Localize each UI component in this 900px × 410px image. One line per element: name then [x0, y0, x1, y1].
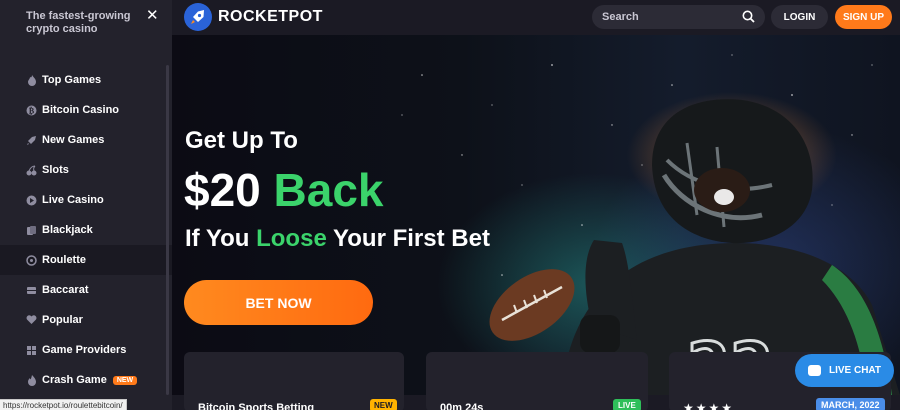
- login-button[interactable]: LOGIN: [771, 5, 828, 29]
- star-rating: ★★★★: [683, 401, 735, 410]
- search-icon[interactable]: [742, 10, 755, 28]
- brand-name: ROCKETPOT: [218, 8, 323, 25]
- new-badge: NEW: [112, 375, 138, 385]
- top-header: ROCKETPOT LOGIN SIGN UP: [172, 0, 900, 35]
- hero-amount-highlight: Back: [273, 164, 384, 216]
- sidebar-item-popular[interactable]: Popular: [0, 305, 172, 335]
- heart-icon: [26, 315, 37, 326]
- hero-line3-highlight: Loose: [256, 225, 327, 252]
- sidebar-item-roulette[interactable]: Roulette: [0, 245, 172, 275]
- hero-banner: 22 Get Up To $20 Back If You Loose Your …: [172, 35, 900, 395]
- hero-headline-bottom: If You Loose Your First Bet: [185, 225, 490, 253]
- card-title: Bitcoin Sports Betting: [198, 402, 315, 410]
- live-chat-label: LIVE CHAT: [828, 365, 882, 376]
- chat-bubble-icon: [807, 365, 821, 376]
- bet-now-button[interactable]: BET NOW: [184, 280, 373, 325]
- hero-line3-end: Your First Bet: [326, 225, 490, 252]
- rocket-icon: [26, 135, 37, 146]
- live-chat-button[interactable]: LIVE CHAT: [795, 354, 894, 387]
- countdown-timer: 00m 24s: [440, 402, 484, 410]
- hero-line3-start: If You: [185, 225, 257, 252]
- search-input[interactable]: [602, 11, 732, 23]
- sidebar-item-slots[interactable]: Slots: [0, 155, 172, 185]
- hero-headline-top: Get Up To: [185, 127, 298, 154]
- play-icon: [26, 195, 37, 206]
- sidebar-item-label: New Games: [42, 134, 105, 146]
- svg-text:₿: ₿: [29, 105, 35, 115]
- football-player-image: 22: [489, 99, 900, 395]
- brand-logo[interactable]: ROCKETPOT: [184, 3, 323, 31]
- date-tag: MARCH, 2022: [816, 398, 885, 410]
- signup-button[interactable]: SIGN UP: [835, 5, 892, 29]
- sidebar-item-top-games[interactable]: Top Games: [0, 65, 172, 95]
- chip-icon: [26, 285, 37, 296]
- sidebar-nav: Top Games ₿ Bitcoin Casino New Games Slo…: [0, 65, 172, 395]
- status-bar-url: https://rocketpot.io/roulettebitcoin/: [0, 399, 127, 410]
- sidebar-item-new-games[interactable]: New Games: [0, 125, 172, 155]
- sidebar-item-game-providers[interactable]: Game Providers: [0, 335, 172, 365]
- hero-headline-amount: $20 Back: [184, 163, 384, 217]
- sidebar-item-label: Roulette: [42, 254, 86, 266]
- sidebar-item-label: Game Providers: [42, 344, 127, 356]
- sidebar-item-live-casino[interactable]: Live Casino: [0, 185, 172, 215]
- sidebar-item-baccarat[interactable]: Baccarat: [0, 275, 172, 305]
- cherry-icon: [26, 165, 37, 176]
- roulette-icon: [26, 254, 37, 266]
- sidebar-item-label: Slots: [42, 164, 69, 176]
- sidebar-item-label: Bitcoin Casino: [42, 104, 120, 116]
- sidebar-item-label: Live Casino: [42, 194, 104, 206]
- sidebar-item-label: Crash Game: [42, 374, 107, 386]
- rocket-logo-icon: [184, 3, 212, 31]
- sidebar-scrollbar[interactable]: [166, 65, 169, 395]
- flame-icon: [26, 374, 37, 386]
- sidebar-tagline: The fastest-growing crypto casino: [26, 10, 131, 35]
- bitcoin-icon: ₿: [26, 105, 37, 116]
- cards-icon: [26, 225, 37, 236]
- sidebar: The fastest-growing crypto casino ✕ Top …: [0, 0, 172, 410]
- sidebar-item-label: Baccarat: [42, 284, 89, 296]
- live-timer-card[interactable]: 00m 24s LIVE: [426, 352, 648, 410]
- sidebar-item-blackjack[interactable]: Blackjack: [0, 215, 172, 245]
- sidebar-item-label: Top Games: [42, 74, 102, 86]
- sidebar-item-label: Popular: [42, 314, 83, 326]
- close-icon[interactable]: ✕: [146, 6, 159, 24]
- sidebar-item-crash-game[interactable]: Crash Game NEW: [0, 365, 172, 395]
- search-box[interactable]: [592, 5, 765, 29]
- live-tag: LIVE: [613, 399, 641, 410]
- new-tag: NEW: [370, 399, 397, 410]
- fire-icon: [26, 74, 37, 86]
- sidebar-item-bitcoin-casino[interactable]: ₿ Bitcoin Casino: [0, 95, 172, 125]
- grid-icon: [26, 345, 37, 356]
- hero-amount: $20: [184, 164, 274, 216]
- sidebar-item-label: Blackjack: [42, 224, 93, 236]
- sports-betting-card[interactable]: NEW Bitcoin Sports Betting: [184, 352, 404, 410]
